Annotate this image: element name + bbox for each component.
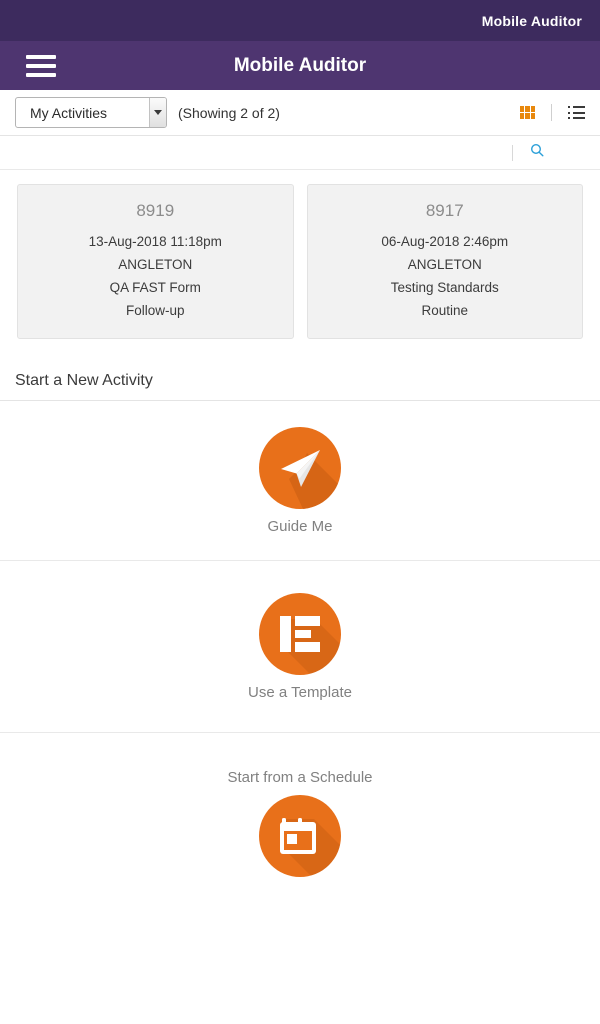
showing-count-label: (Showing 2 of 2) [178, 104, 280, 121]
activity-site: ANGLETON [407, 257, 482, 272]
activity-id: 8919 [136, 201, 175, 220]
activity-filter-select[interactable]: My Activities [15, 97, 167, 128]
new-activity-option-use-template[interactable]: Use a Template [0, 561, 600, 733]
status-bar-title: Mobile Auditor [481, 12, 582, 29]
activity-type: Routine [421, 303, 469, 318]
activity-form: Testing Standards [390, 280, 499, 295]
app-header: Mobile Auditor [0, 41, 600, 90]
activity-datetime: 06-Aug-2018 2:46pm [381, 234, 509, 249]
toolbar-divider [551, 104, 552, 121]
new-activity-label: Use a Template [248, 683, 352, 701]
activity-form: QA FAST Form [109, 280, 201, 295]
new-activity-label: Start from a Schedule [227, 769, 373, 786]
new-activity-option-start-from-schedule[interactable]: Start from a Schedule [0, 733, 600, 913]
activity-type: Follow-up [125, 303, 185, 318]
activity-card[interactable]: 8917 06-Aug-2018 2:46pm ANGLETON Testing… [306, 184, 583, 339]
status-bar: Mobile Auditor [0, 0, 600, 41]
activity-filter-wrapper: My Activities [15, 97, 167, 128]
search-icon[interactable] [530, 143, 544, 162]
template-layout-icon [259, 592, 341, 675]
calendar-icon [259, 795, 341, 877]
activity-card[interactable]: 8919 13-Aug-2018 11:18pm ANGLETON QA FAS… [17, 184, 294, 339]
activity-site: ANGLETON [118, 257, 193, 272]
activity-card-list: 8919 13-Aug-2018 11:18pm ANGLETON QA FAS… [0, 170, 600, 339]
paper-plane-icon [259, 426, 341, 509]
new-activity-section-title: Start a New Activity [0, 339, 600, 401]
hamburger-menu-icon[interactable] [26, 54, 56, 77]
grid-view-icon[interactable] [520, 106, 535, 119]
search-bar [0, 136, 600, 170]
new-activity-option-guide-me[interactable]: Guide Me [0, 401, 600, 561]
new-activity-label: Guide Me [267, 517, 333, 535]
search-divider [512, 144, 513, 161]
activity-datetime: 13-Aug-2018 11:18pm [88, 234, 222, 249]
hamburger-bar [26, 63, 56, 68]
hamburger-bar [26, 54, 56, 59]
activity-id: 8917 [425, 201, 464, 220]
list-view-icon[interactable] [568, 106, 585, 119]
view-toggle-group [520, 104, 585, 121]
hamburger-bar [26, 72, 56, 77]
filter-toolbar: My Activities (Showing 2 of 2) [0, 90, 600, 136]
page-title: Mobile Auditor [233, 54, 367, 76]
